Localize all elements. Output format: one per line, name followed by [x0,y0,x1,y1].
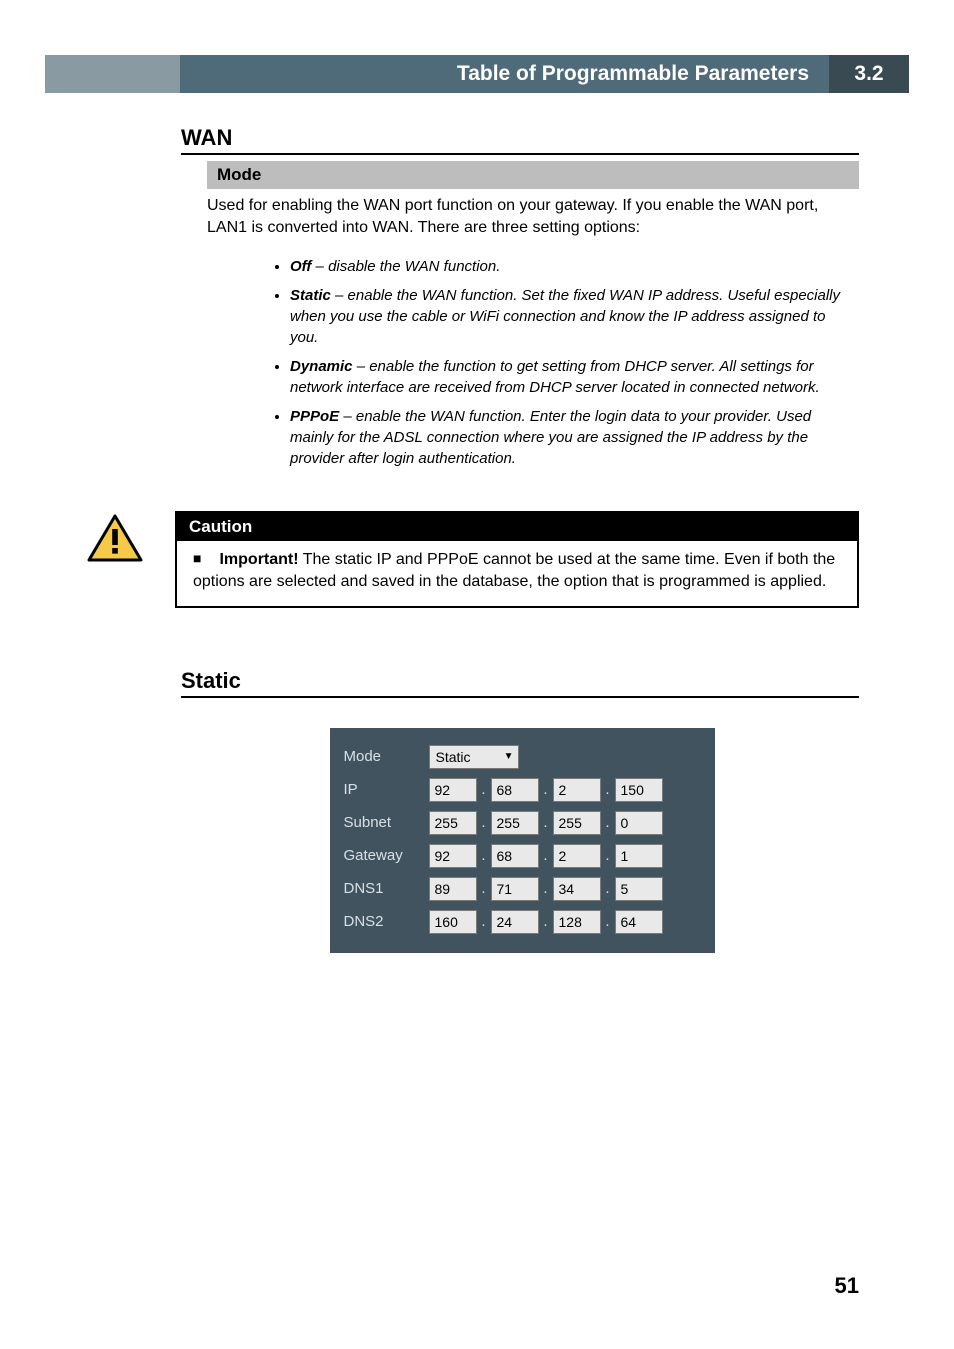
dot-separator: . [477,847,491,864]
gateway-octet-3[interactable]: 2 [553,844,601,868]
subnet-row: Subnet 255. 255. 255. 0 [344,809,701,837]
wan-option-pppoe: PPPoE – enable the WAN function. Enter t… [290,406,859,469]
header-section-number: 3.2 [829,55,909,93]
dot-separator: . [601,913,615,930]
dot-separator: . [477,913,491,930]
subnet-octet-3[interactable]: 255 [553,811,601,835]
dns2-label: DNS2 [344,913,429,930]
gateway-row: Gateway 92. 68. 2. 1 [344,842,701,870]
dot-separator: . [601,781,615,798]
document-page: Table of Programmable Parameters 3.2 WAN… [0,0,954,1349]
static-config-panel: Mode Static ▼ IP 92. 68. 2. 150 Subnet 2… [330,728,715,953]
static-section: Static Mode Static ▼ IP 92. 68. 2. 150 [185,668,859,953]
ip-octet-3[interactable]: 2 [553,778,601,802]
gateway-octet-2[interactable]: 68 [491,844,539,868]
dns2-octet-4[interactable]: 64 [615,910,663,934]
caution-heading: Caution [177,513,857,541]
page-content: WAN Mode Used for enabling the WAN port … [185,125,859,953]
dot-separator: . [539,847,553,864]
caution-block: Caution ■Important! The static IP and PP… [87,511,859,608]
chevron-down-icon: ▼ [504,751,514,762]
dns2-octet-2[interactable]: 24 [491,910,539,934]
dot-separator: . [539,781,553,798]
wan-option-static: Static – enable the WAN function. Set th… [290,285,859,348]
option-desc: – enable the function to get setting fro… [290,358,820,396]
caution-important: Important! [219,551,298,568]
wan-option-off: Off – disable the WAN function. [290,256,859,277]
dns1-label: DNS1 [344,880,429,897]
dot-separator: . [601,880,615,897]
mode-select-value: Static [436,749,471,765]
gateway-octet-1[interactable]: 92 [429,844,477,868]
ip-octet-1[interactable]: 92 [429,778,477,802]
ip-label: IP [344,781,429,798]
wan-options-list: Off – disable the WAN function. Static –… [290,256,859,469]
dot-separator: . [601,847,615,864]
subnet-label: Subnet [344,814,429,831]
header-accent [45,55,180,93]
dns1-octet-4[interactable]: 5 [615,877,663,901]
dot-separator: . [539,814,553,831]
dns2-octet-3[interactable]: 128 [553,910,601,934]
page-number: 51 [835,1273,859,1299]
option-desc: – enable the WAN function. Enter the log… [290,408,811,467]
dot-separator: . [539,913,553,930]
static-heading: Static [181,668,859,698]
dns1-octet-3[interactable]: 34 [553,877,601,901]
header-title: Table of Programmable Parameters [180,62,829,86]
option-desc: – disable the WAN function. [311,258,500,275]
bullet-square-icon: ■ [193,550,201,566]
mode-heading: Mode [207,161,859,189]
option-name: Static [290,287,331,304]
option-name: PPPoE [290,408,339,425]
warning-icon [87,514,143,562]
dns1-octet-1[interactable]: 89 [429,877,477,901]
dot-separator: . [601,814,615,831]
subnet-octet-2[interactable]: 255 [491,811,539,835]
ip-octet-4[interactable]: 150 [615,778,663,802]
caution-body: ■Important! The static IP and PPPoE cann… [177,541,857,606]
subnet-octet-1[interactable]: 255 [429,811,477,835]
dns2-octet-1[interactable]: 160 [429,910,477,934]
wan-intro: Used for enabling the WAN port function … [207,195,859,240]
option-name: Dynamic [290,358,353,375]
ip-row: IP 92. 68. 2. 150 [344,776,701,804]
page-header: Table of Programmable Parameters 3.2 [45,55,909,93]
dns2-row: DNS2 160. 24. 128. 64 [344,908,701,936]
caution-box: Caution ■Important! The static IP and PP… [175,511,859,608]
wan-heading: WAN [181,125,859,155]
dns1-row: DNS1 89. 71. 34. 5 [344,875,701,903]
wan-option-dynamic: Dynamic – enable the function to get set… [290,356,859,398]
subnet-octet-4[interactable]: 0 [615,811,663,835]
gateway-octet-4[interactable]: 1 [615,844,663,868]
mode-row: Mode Static ▼ [344,743,701,771]
dot-separator: . [477,781,491,798]
mode-select[interactable]: Static ▼ [429,745,519,769]
dns1-octet-2[interactable]: 71 [491,877,539,901]
dot-separator: . [539,880,553,897]
mode-label: Mode [344,748,429,765]
option-name: Off [290,258,311,275]
option-desc: – enable the WAN function. Set the fixed… [290,287,840,346]
ip-octet-2[interactable]: 68 [491,778,539,802]
dot-separator: . [477,880,491,897]
gateway-label: Gateway [344,847,429,864]
dot-separator: . [477,814,491,831]
